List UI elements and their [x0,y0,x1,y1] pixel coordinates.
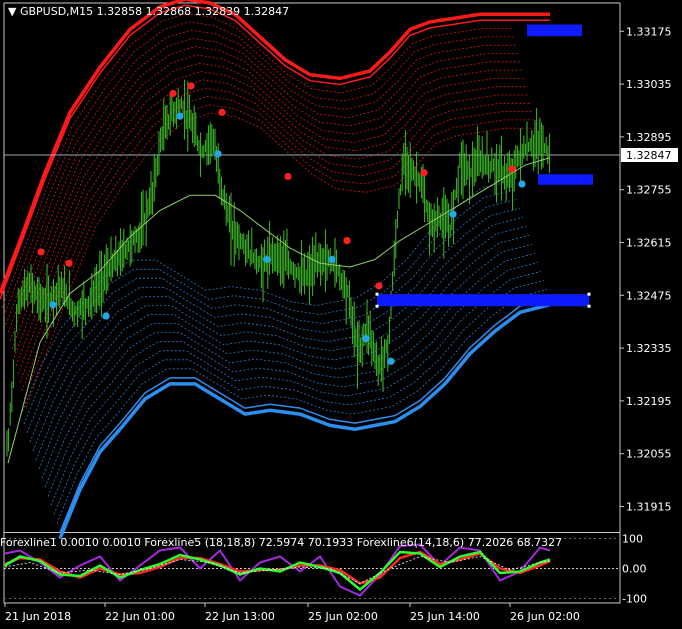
x-tick-label: 25 Jun 02:00 [308,610,378,623]
box-handle [587,292,591,296]
blue-signal-dot [449,210,457,218]
y-tick-label: 1.32615 [626,236,672,249]
red-signal-dot [343,237,351,245]
level-box [527,24,582,37]
dropdown-triangle-icon[interactable]: ▼ [8,5,16,18]
current-price-label: 1.32847 [626,149,672,162]
lower-level-line [29,207,521,443]
red-signal-dot [187,82,195,90]
red-signal-dot [218,108,226,116]
x-tick-label: 25 Jun 14:00 [410,610,480,623]
envelope-bands [0,0,620,540]
indicator-tick-label: -100 [622,593,647,606]
y-tick-label: 1.32195 [626,395,672,408]
x-tick-label: 22 Jun 01:00 [105,610,175,623]
red-signal-dot [37,248,45,256]
indicator-label: Forexline1 0.0010 0.0010 Forexline5 (18,… [0,536,563,549]
level-box [538,174,593,185]
lower-level-line [53,280,545,515]
red-signal-dot [420,169,428,177]
blue-signal-dot [362,335,370,343]
box-handle [375,292,379,296]
level-box [377,294,589,307]
blue-signal-dot [518,180,526,188]
y-tick-label: 1.33035 [626,78,672,91]
x-tick-label: 22 Jun 13:00 [205,610,275,623]
moving-average-line [7,157,551,464]
indicator-tick-label: 0.00 [622,563,647,576]
symbol-line: GBPUSD,M15 1.32858 1.32868 1.32839 1.328… [19,5,290,18]
y-tick-label: 1.32755 [626,184,672,197]
lower-level-line [56,289,548,524]
x-tick-label: 26 Jun 02:00 [510,610,580,623]
red-signal-dot [65,259,73,267]
signal-dots [37,82,526,365]
blue-signal-dot [387,357,395,365]
time-axis: 21 Jun 2018 22 Jun 01:00 22 Jun 13:00 25 Ju… [4,603,580,623]
blue-signal-dot [263,255,271,264]
upper-band-line [0,0,550,295]
red-signal-dot [375,282,383,290]
upper-level-line [15,71,526,366]
blue-signal-dot [49,301,57,309]
upper-level-line [3,21,514,317]
indicator-tick-label: 100 [622,533,643,546]
red-signal-dot [169,89,177,98]
blue-signal-dot [328,255,336,264]
blue-signal-dot [176,112,184,120]
lower-level-line [50,271,542,506]
red-signal-dot [284,172,292,181]
main-lines [7,157,551,464]
lower-band-line [58,303,551,540]
price-axis: 1.31915 1.32055 1.32195 1.32335 1.32475 1.326… [620,25,678,513]
y-tick-label: 1.32475 [626,289,672,302]
y-tick-label: 1.33175 [626,25,672,38]
blue-signal-dot [214,150,222,158]
y-tick-label: 1.32895 [626,131,672,144]
x-tick-label: 21 Jun 2018 [5,610,71,623]
symbol-header: ▼ GBPUSD,M15 1.32858 1.32868 1.32839 1.3… [8,5,289,18]
y-tick-label: 1.32055 [626,448,672,461]
red-signal-dot [508,165,516,173]
blue-signal-dot [102,312,110,320]
y-tick-label: 1.32335 [626,342,672,355]
y-tick-label: 1.31915 [626,500,672,513]
price-chart[interactable]: 1.31915 1.32055 1.32195 1.32335 1.32475 1.326… [0,0,682,629]
box-handle [587,304,591,308]
box-handle [375,304,379,308]
lower-level-line [44,253,536,488]
